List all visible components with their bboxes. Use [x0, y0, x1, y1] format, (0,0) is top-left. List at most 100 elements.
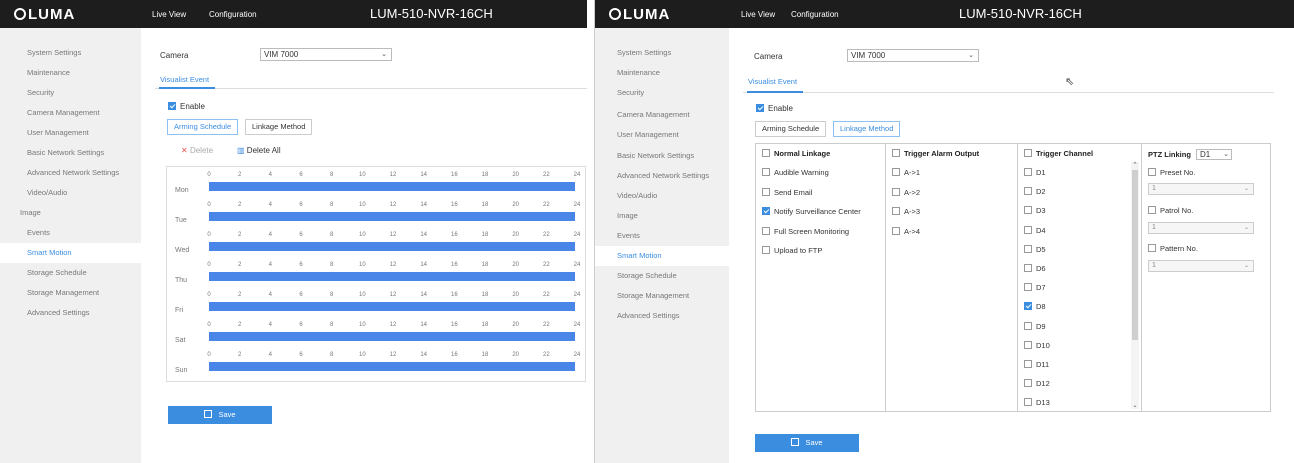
sidebar-item-image[interactable]: Image — [0, 203, 141, 223]
schedule-bar[interactable] — [209, 182, 575, 191]
sidebar-item-storage-schedule[interactable]: Storage Schedule — [0, 263, 141, 283]
normal-linkage-item[interactable]: Audible Warning — [762, 168, 829, 177]
normal-linkage-item-checkbox[interactable] — [762, 168, 770, 176]
alarm-output-item-checkbox[interactable] — [892, 168, 900, 176]
schedule-row[interactable]: Sat 0 2 4 6 8 10 12 14 16 18 20 22 24 — [167, 319, 585, 350]
enable-checkbox-row[interactable]: Enable — [168, 102, 205, 111]
schedule-bar[interactable] — [209, 272, 575, 281]
pattern-select[interactable]: 1 ⌄ — [1148, 260, 1254, 272]
sidebar-item-maintenance[interactable]: Maintenance — [0, 63, 141, 83]
channel-item-checkbox[interactable] — [1024, 340, 1032, 349]
preset-row[interactable]: Preset No. — [1148, 168, 1195, 177]
normal-linkage-item-checkbox[interactable] — [762, 187, 770, 196]
alarm-output-item[interactable]: A->2 — [892, 187, 920, 197]
channel-item[interactable]: D5 — [1024, 244, 1046, 254]
preset-select[interactable]: 1 ⌄ — [1148, 183, 1254, 195]
schedule-bar[interactable] — [209, 362, 575, 371]
channel-item-checkbox[interactable] — [1024, 206, 1032, 215]
sidebar-item-system-settings[interactable]: System Settings — [0, 43, 141, 63]
save-button[interactable]: Save — [755, 434, 859, 452]
channel-item-checkbox[interactable] — [1024, 168, 1032, 176]
sidebar-item-events[interactable]: Events — [0, 223, 141, 243]
sidebar-item-storage-schedule[interactable]: Storage Schedule — [595, 266, 729, 286]
channel-item[interactable]: D9 — [1024, 321, 1046, 331]
subtab-arming-schedule[interactable]: Arming Schedule — [755, 121, 827, 137]
col-header[interactable]: Trigger Alarm Output — [892, 149, 979, 158]
scrollbar-thumb[interactable] — [1132, 170, 1138, 340]
schedule-row[interactable]: Thu 0 2 4 6 8 10 12 14 16 18 20 22 24 — [167, 259, 585, 290]
schedule-bar[interactable] — [209, 332, 575, 341]
schedule-bar[interactable] — [209, 212, 575, 221]
channel-item[interactable]: D6 — [1024, 264, 1046, 273]
sidebar-item-storage-management[interactable]: Storage Management — [0, 283, 141, 303]
alarm-output-item[interactable]: A->1 — [892, 168, 920, 177]
sidebar-item-advanced-network[interactable]: Advanced Network Settings — [0, 163, 141, 183]
normal-linkage-item-checkbox[interactable] — [762, 226, 770, 235]
nav-configuration[interactable]: Configuration — [209, 10, 257, 19]
sidebar-item-storage-management[interactable]: Storage Management — [595, 286, 729, 306]
channel-scrollbar[interactable]: ^ ⌄ — [1131, 162, 1139, 409]
pattern-row[interactable]: Pattern No. — [1148, 244, 1198, 253]
arming-schedule-grid[interactable]: Mon 0 2 4 6 8 10 12 14 16 18 20 22 24 Tue 0 2 4 6 8 10 12 14 16… — [166, 166, 586, 382]
schedule-bar[interactable] — [209, 242, 575, 251]
channel-item[interactable]: D11 — [1024, 360, 1049, 369]
sidebar-item-image[interactable]: Image — [595, 206, 729, 226]
sidebar-item-events[interactable]: Events — [595, 226, 729, 246]
col-header[interactable]: Normal Linkage — [762, 149, 830, 158]
enable-checkbox-row[interactable]: Enable — [756, 104, 793, 113]
subtab-linkage-method[interactable]: Linkage Method — [245, 119, 313, 135]
alarm-output-item-checkbox[interactable] — [892, 226, 900, 235]
scroll-down-icon[interactable]: ⌄ — [1131, 402, 1139, 409]
channel-item[interactable]: D3 — [1024, 206, 1046, 215]
normal-linkage-item-checkbox[interactable] — [762, 207, 770, 215]
subtab-linkage-method[interactable]: Linkage Method — [833, 121, 901, 137]
schedule-row[interactable]: Mon 0 2 4 6 8 10 12 14 16 18 20 22 24 — [167, 169, 585, 200]
schedule-row[interactable]: Tue 0 2 4 6 8 10 12 14 16 18 20 22 24 — [167, 199, 585, 230]
channel-item-checkbox[interactable] — [1024, 244, 1032, 253]
channel-item[interactable]: D13 — [1024, 398, 1050, 407]
camera-select[interactable]: VIM 7000 ⌄ — [847, 49, 979, 62]
sidebar-item-security[interactable]: Security — [0, 83, 141, 103]
schedule-bar[interactable] — [209, 302, 575, 311]
sidebar-item-system-settings[interactable]: System Settings — [595, 43, 729, 63]
channel-item[interactable]: D8 — [1024, 302, 1046, 311]
channel-item[interactable]: D12 — [1024, 379, 1050, 388]
scroll-up-icon[interactable]: ^ — [1131, 162, 1139, 168]
alarm-output-item-checkbox[interactable] — [892, 207, 900, 215]
channel-item[interactable]: D2 — [1024, 187, 1046, 196]
patrol-row[interactable]: Patrol No. — [1148, 206, 1193, 215]
alarm-output-item-checkbox[interactable] — [892, 187, 900, 196]
save-button[interactable]: Save — [168, 406, 272, 424]
channel-item-checkbox[interactable] — [1024, 379, 1032, 388]
normal-linkage-item[interactable]: Notify Surveillance Center — [762, 207, 861, 216]
camera-select[interactable]: VIM 7000 ⌄ — [260, 48, 392, 61]
channel-item[interactable]: D7 — [1024, 283, 1046, 292]
sidebar-item-advanced-network[interactable]: Advanced Network Settings — [595, 166, 729, 186]
patrol-select[interactable]: 1 ⌄ — [1148, 222, 1254, 234]
nav-live-view[interactable]: Live View — [152, 10, 186, 19]
sidebar-item-camera-management[interactable]: Camera Management — [595, 105, 729, 125]
alarm-output-item[interactable]: A->3 — [892, 207, 920, 216]
ptz-channel-select[interactable]: D1 ⌄ — [1196, 149, 1233, 160]
tab-visualist-event[interactable]: Visualist Event — [160, 75, 209, 84]
delete-all-button[interactable]: ▥ Delete All — [237, 146, 281, 155]
sidebar-item-advanced-settings[interactable]: Advanced Settings — [0, 303, 141, 323]
col-header[interactable]: Trigger Channel — [1024, 149, 1093, 158]
sidebar-item-video-audio[interactable]: Video/Audio — [595, 186, 729, 206]
channel-item-checkbox[interactable] — [1024, 225, 1032, 234]
preset-checkbox[interactable] — [1148, 168, 1156, 176]
sidebar-item-smart-motion[interactable]: Smart Motion — [0, 243, 141, 263]
nav-configuration[interactable]: Configuration — [791, 10, 839, 19]
sidebar-item-smart-motion[interactable]: Smart Motion — [595, 246, 729, 266]
normal-linkage-item[interactable]: Send Email — [762, 187, 812, 197]
channel-item[interactable]: D10 — [1024, 340, 1050, 350]
channel-item-checkbox[interactable] — [1024, 187, 1032, 196]
delete-button[interactable]: ✕ Delete — [181, 146, 213, 155]
channel-item-checkbox[interactable] — [1024, 360, 1032, 368]
channel-item[interactable]: D1 — [1024, 168, 1046, 177]
channel-item-checkbox[interactable] — [1024, 302, 1032, 311]
subtab-arming-schedule[interactable]: Arming Schedule — [167, 119, 239, 135]
sidebar-item-basic-network[interactable]: Basic Network Settings — [0, 143, 141, 163]
enable-checkbox[interactable] — [168, 102, 176, 110]
pattern-checkbox[interactable] — [1148, 244, 1156, 252]
